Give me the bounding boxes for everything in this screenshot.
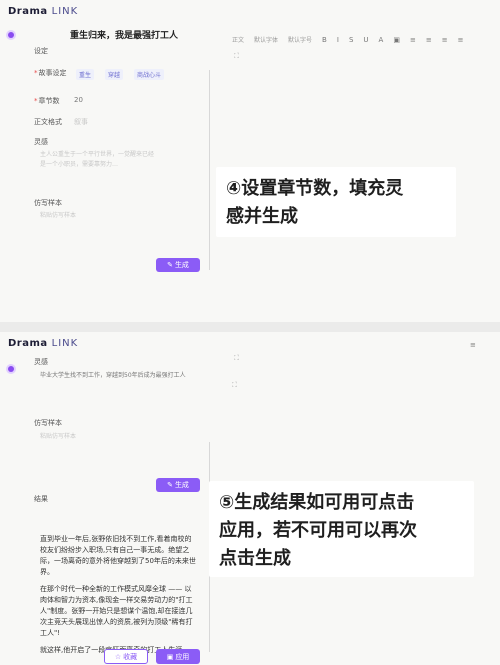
inspiration-label: 灵感 (34, 358, 48, 366)
editor-toolbar: 正文 默认字体 默认字号 B I S U A ▣ ≡ ≡ ≡ ≡ (232, 35, 464, 45)
align-left-icon[interactable]: ≡ (410, 36, 416, 44)
pen-icon: ✎ (167, 481, 173, 489)
brand-word-1: Drama (8, 6, 48, 17)
imitation-label: 仿写样本 (34, 199, 62, 207)
italic-icon[interactable]: I (337, 36, 339, 44)
format-label: 正文格式 (34, 118, 62, 126)
callout-line: 点击生成 (219, 548, 291, 569)
paragraph-style-select[interactable]: 正文 (232, 35, 244, 44)
font-size-select[interactable]: 默认字号 (288, 35, 312, 44)
brand-word-2: LINK (51, 6, 79, 17)
callout-step-4: ④设置章节数，填充灵 感并生成 (216, 167, 456, 237)
sidebar-active-icon[interactable] (8, 32, 14, 38)
bold-icon[interactable]: B (322, 36, 327, 44)
callout-line: ④设置章节数，填充灵 (226, 178, 404, 199)
generate-button[interactable]: ✎ 生成 (156, 478, 200, 492)
imitation-textarea[interactable]: 粘贴仿写样本 (40, 211, 76, 221)
screenshot-top: Drama LINK 重生归来，我是最强打工人 设定 *故事设定 重生 穿越 商… (0, 0, 500, 322)
align-center-icon[interactable]: ≡ (426, 36, 432, 44)
inspiration-line: 主人公重生于一个平行世界，一觉醒来已经 (40, 151, 155, 158)
collect-button[interactable]: ☆ 收藏 (104, 649, 148, 664)
inspiration-textarea[interactable]: 毕业大学生找不到工作，穿越到50年后成为最强打工人 (40, 371, 186, 381)
font-family-select[interactable]: 默认字体 (254, 35, 278, 44)
inspiration-label: 灵感 (34, 138, 48, 146)
align-left-icon[interactable]: ≡ (470, 341, 476, 349)
editor-toolbar-right: ≡ (470, 341, 476, 349)
result-label: 结果 (34, 495, 48, 503)
align-justify-icon[interactable]: ≡ (458, 36, 464, 44)
strike-icon[interactable]: S (349, 36, 353, 44)
result-paragraph: 直到毕业一年后,张野依旧找不到工作,看着南校的校友们纷纷步入职场,只有自己一事无… (40, 535, 196, 576)
imitation-textarea[interactable]: 粘贴仿写样本 (40, 432, 76, 442)
underline-icon[interactable]: U (363, 36, 368, 44)
story-setting-label: *故事设定 (34, 69, 67, 77)
callout-line: 应用，若不可用可以再次 (219, 520, 417, 541)
image-icon[interactable]: ▣ (393, 36, 400, 44)
brand-logo: Drama LINK (8, 6, 78, 17)
story-tag-chip[interactable]: 商战心斗 (134, 69, 165, 80)
apply-button[interactable]: ▣ 应用 (156, 649, 200, 664)
page-title: 重生归来，我是最强打工人 (70, 31, 179, 41)
callout-step-5: ⑤生成结果如可用可点击 应用，若不可用可以再次 点击生成 (209, 481, 474, 577)
brand-word-2: LINK (51, 338, 79, 349)
editor-cursor-icon: ⛶ (232, 381, 237, 389)
result-text: 直到毕业一年后,张野依旧找不到工作,看着南校的校友们纷纷步入职场,只有自己一事无… (40, 534, 196, 662)
color-icon[interactable]: A (379, 36, 384, 44)
format-select[interactable]: 叙事 (74, 117, 88, 127)
inspiration-line: 是一个小职员，需要靠努力… (40, 161, 119, 168)
inspiration-textarea[interactable]: 主人公重生于一个平行世界，一觉醒来已经 是一个小职员，需要靠努力… (40, 150, 200, 170)
result-actions: ☆ 收藏 ▣ 应用 (104, 649, 200, 664)
callout-line: 感并生成 (226, 206, 298, 227)
editor-expand-icon[interactable]: ⛶ (234, 354, 239, 363)
sidebar-active-icon[interactable] (8, 366, 14, 372)
editor-expand-icon[interactable]: ⛶ (234, 52, 239, 61)
generate-button[interactable]: ✎ 生成 (156, 258, 200, 272)
story-tag-chip[interactable]: 重生 (76, 69, 95, 80)
settings-label: 设定 (34, 47, 48, 55)
chapters-input[interactable]: 20 (74, 96, 83, 104)
imitation-label: 仿写样本 (34, 419, 62, 427)
chapters-label: *章节数 (34, 97, 60, 105)
brand-word-1: Drama (8, 338, 48, 349)
brand-logo: Drama LINK (8, 338, 78, 349)
panel-divider (209, 70, 210, 270)
callout-line: ⑤生成结果如可用可点击 (219, 492, 415, 513)
align-right-icon[interactable]: ≡ (442, 36, 448, 44)
apply-icon: ▣ (166, 652, 174, 661)
pen-icon: ✎ (167, 261, 173, 269)
result-paragraph: 在那个时代一种全新的工作模式风靡全球 —— 以肉体和智力为资本,像现金一样交易劳… (40, 585, 193, 637)
screenshot-gap (0, 322, 500, 332)
story-tag-chip[interactable]: 穿越 (105, 69, 124, 80)
star-icon: ☆ (114, 652, 122, 661)
